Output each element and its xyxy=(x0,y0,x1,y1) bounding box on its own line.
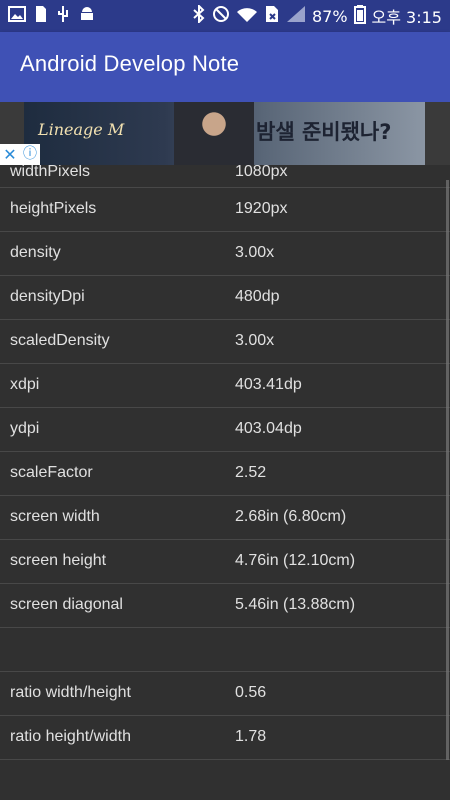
clock: 오후 3:15 xyxy=(371,8,442,27)
usb-icon xyxy=(56,5,70,27)
wifi-icon xyxy=(236,5,258,27)
metric-value: 0.56 xyxy=(235,684,267,701)
status-bar: 87% 오후 3:15 xyxy=(0,0,450,32)
list-item: scaleFactor 2.52 xyxy=(0,452,450,496)
list-item xyxy=(0,628,450,672)
list-item: xdpi 403.41dp xyxy=(0,364,450,408)
app-bar: Android Develop Note xyxy=(0,32,450,102)
metric-label: density xyxy=(10,244,61,261)
list-item: screen width 2.68in (6.80cm) xyxy=(0,496,450,540)
scrollbar[interactable] xyxy=(446,180,449,760)
ad-tagline: 밤샐 준비됐나? xyxy=(256,120,392,144)
battery-icon xyxy=(353,4,366,28)
metric-value: 1920px xyxy=(235,200,288,217)
bluetooth-icon xyxy=(192,3,206,27)
metric-value: 2.68in (6.80cm) xyxy=(235,508,347,525)
metric-value: 4.76in (12.10cm) xyxy=(235,552,356,569)
metric-value: 403.04dp xyxy=(235,420,302,437)
metric-value: 3.00x xyxy=(235,332,275,349)
app-title: Android Develop Note xyxy=(20,51,240,76)
display-metrics-list[interactable]: widthPixels 1080px heightPixels 1920px densi… xyxy=(0,165,450,800)
battery-percent: 87% xyxy=(311,6,348,26)
list-item: ratio width/height 0.56 xyxy=(0,672,450,716)
metric-label: widthPixels xyxy=(10,165,91,180)
metric-label: screen diagonal xyxy=(10,596,123,613)
ad-person-image xyxy=(174,102,254,165)
metric-value: 1080px xyxy=(235,165,288,180)
signal-icon xyxy=(286,5,306,27)
metric-label: screen height xyxy=(10,552,107,569)
metric-value: 480dp xyxy=(235,288,280,305)
no-disturb-icon xyxy=(212,5,230,27)
metric-label: densityDpi xyxy=(10,288,85,305)
metric-label: screen width xyxy=(10,508,100,525)
sim-icon xyxy=(34,5,48,27)
list-item: densityDpi 480dp xyxy=(0,276,450,320)
list-item: screen diagonal 5.46in (13.88cm) xyxy=(0,584,450,628)
metric-label: ratio width/height xyxy=(10,684,131,701)
ad-close-icon[interactable]: ✕ xyxy=(0,144,20,165)
list-item: density 3.00x xyxy=(0,232,450,276)
metric-label: ydpi xyxy=(10,420,40,437)
list-item: ydpi 403.04dp xyxy=(0,408,450,452)
list-item: screen height 4.76in (12.10cm) xyxy=(0,540,450,584)
ad-info-icon[interactable]: ⓘ xyxy=(20,144,40,165)
metric-value: 2.52 xyxy=(235,464,267,481)
metric-value: 3.00x xyxy=(235,244,275,261)
metric-label: heightPixels xyxy=(10,200,97,217)
ad-brand: Lineage M xyxy=(38,120,125,139)
metric-label: scaledDensity xyxy=(10,332,110,349)
list-item: heightPixels 1920px xyxy=(0,188,450,232)
image-icon xyxy=(8,6,26,26)
metric-label: scaleFactor xyxy=(10,464,93,481)
ad-strip: Lineage M 밤샐 준비됐나? xyxy=(0,102,450,165)
list-item: scaledDensity 3.00x xyxy=(0,320,450,364)
list-item: ratio height/width 1.78 xyxy=(0,716,450,760)
metric-label: ratio height/width xyxy=(10,728,131,745)
android-icon xyxy=(78,5,96,27)
sim-x-icon xyxy=(264,5,280,27)
metric-value: 1.78 xyxy=(235,728,267,745)
metric-value: 403.41dp xyxy=(235,376,302,393)
metric-label: xdpi xyxy=(10,376,40,393)
metric-value: 5.46in (13.88cm) xyxy=(235,596,356,613)
list-item: widthPixels 1080px xyxy=(0,165,450,188)
ad-banner[interactable]: Lineage M 밤샐 준비됐나? xyxy=(24,102,425,165)
